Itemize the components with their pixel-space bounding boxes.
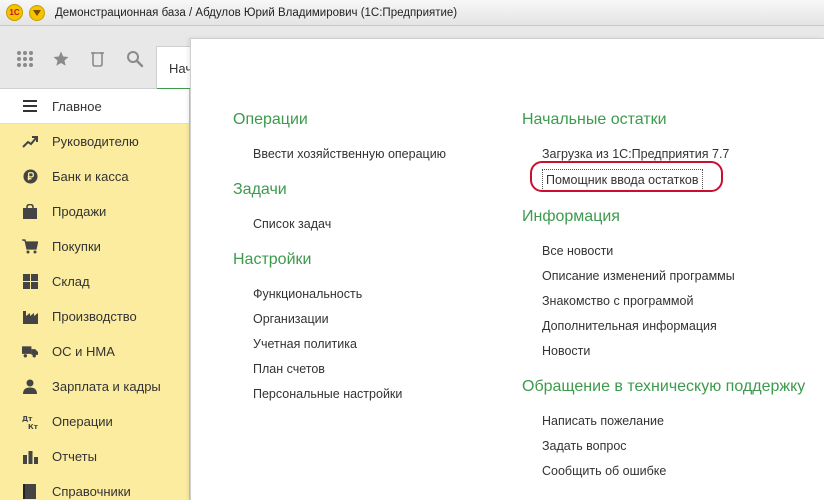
section-title: Начальные остатки: [522, 111, 667, 128]
link-organizations[interactable]: Организации: [233, 307, 503, 332]
sidebar-item-operations[interactable]: Дт Кт Операции: [0, 404, 189, 439]
sidebar-item-label: Зарплата и кадры: [52, 379, 161, 394]
left-column: Операции Ввести хозяйственную операцию З…: [233, 110, 503, 420]
link-personal-settings[interactable]: Персональные настройки: [233, 382, 503, 407]
section-settings: Настройки Функциональность Организации У…: [233, 250, 503, 407]
shopping-cart-icon: [22, 239, 38, 255]
link-report-error[interactable]: Сообщить об ошибке: [522, 459, 822, 484]
section-tech-support: Обращение в техническую поддержку Написа…: [522, 377, 822, 484]
link-enter-business-operation[interactable]: Ввести хозяйственную операцию: [233, 142, 503, 167]
sidebar-item-label: ОС и НМА: [52, 344, 115, 359]
sections-sidebar: Главное Руководителю Банк и касса Продаж…: [0, 89, 190, 500]
sidebar-item-label: Склад: [52, 274, 90, 289]
star-icon[interactable]: [50, 48, 72, 70]
sidebar-item-label: Руководителю: [52, 134, 139, 149]
book-icon: [22, 484, 38, 500]
sidebar-item-warehouse[interactable]: Склад: [0, 264, 189, 299]
chevron-down-icon: [33, 9, 41, 16]
svg-text:Кт: Кт: [28, 423, 38, 430]
sidebar-item-purchases[interactable]: Покупки: [0, 229, 189, 264]
apps-grid-icon[interactable]: [14, 48, 36, 70]
svg-text:Дт: Дт: [22, 415, 33, 423]
link-ask-question[interactable]: Задать вопрос: [522, 434, 822, 459]
app-logo-icon[interactable]: 1С: [6, 4, 23, 21]
title-bar: 1С Демонстрационная база / Абдулов Юрий …: [0, 0, 824, 26]
link-accounting-policy[interactable]: Учетная политика: [233, 332, 503, 357]
sidebar-item-label: Производство: [52, 309, 137, 324]
sidebar-item-label: Отчеты: [52, 449, 97, 464]
app-logo-text: 1С: [9, 8, 20, 17]
sidebar-item-label: Справочники: [52, 484, 131, 499]
section-operations: Операции Ввести хозяйственную операцию: [233, 110, 503, 167]
sidebar-item-catalogs[interactable]: Справочники: [0, 474, 189, 500]
link-chart-of-accounts[interactable]: План счетов: [233, 357, 503, 382]
section-tasks: Задачи Список задач: [233, 180, 503, 237]
truck-icon: [22, 344, 38, 360]
section-title: Операции: [233, 111, 308, 128]
sidebar-item-label: Банк и касса: [52, 169, 129, 184]
debit-credit-icon: Дт Кт: [22, 414, 38, 430]
search-icon[interactable]: [124, 48, 146, 70]
link-task-list[interactable]: Список задач: [233, 212, 503, 237]
sidebar-item-fixed-assets[interactable]: ОС и НМА: [0, 334, 189, 369]
section-information: Информация Все новости Описание изменени…: [522, 207, 822, 364]
shopping-bag-icon: [22, 204, 38, 220]
warehouse-grid-icon: [22, 274, 38, 290]
section-title: Информация: [522, 208, 620, 225]
sidebar-item-production[interactable]: Производство: [0, 299, 189, 334]
sidebar-item-label: Продажи: [52, 204, 107, 219]
sidebar-item-label: Главное: [52, 98, 102, 114]
factory-icon: [22, 309, 38, 325]
link-program-changes[interactable]: Описание изменений программы: [522, 264, 822, 289]
window-title: Демонстрационная база / Абдулов Юрий Вла…: [55, 6, 458, 19]
person-icon: [22, 379, 38, 395]
link-import-from-77[interactable]: Загрузка из 1С:Предприятия 7.7: [522, 142, 822, 167]
sidebar-item-reports[interactable]: Отчеты: [0, 439, 189, 474]
right-column: Начальные остатки Загрузка из 1С:Предпри…: [522, 110, 822, 497]
main-menu-button[interactable]: [29, 4, 45, 21]
section-title: Обращение в техническую поддержку: [522, 378, 806, 395]
menu-lines-icon: [22, 98, 38, 114]
trend-up-icon: [22, 134, 38, 150]
ruble-coin-icon: [22, 169, 38, 185]
link-news[interactable]: Новости: [522, 339, 822, 364]
link-write-wish[interactable]: Написать пожелание: [522, 409, 822, 434]
main-panel: Операции Ввести хозяйственную операцию З…: [190, 38, 824, 500]
sidebar-item-bank[interactable]: Банк и касса: [0, 159, 189, 194]
sidebar-item-label: Операции: [52, 414, 113, 429]
sidebar-item-main[interactable]: Главное: [0, 89, 189, 124]
link-functionality[interactable]: Функциональность: [233, 282, 503, 307]
sidebar-item-manager[interactable]: Руководителю: [0, 124, 189, 159]
section-opening-balances: Начальные остатки Загрузка из 1С:Предпри…: [522, 110, 822, 194]
section-title: Настройки: [233, 251, 312, 268]
sidebar-item-sales[interactable]: Продажи: [0, 194, 189, 229]
sidebar-item-salary[interactable]: Зарплата и кадры: [0, 369, 189, 404]
section-title: Задачи: [233, 181, 287, 198]
link-additional-info[interactable]: Дополнительная информация: [522, 314, 822, 339]
bar-chart-icon: [22, 449, 38, 465]
sidebar-item-label: Покупки: [52, 239, 101, 254]
link-all-news[interactable]: Все новости: [522, 239, 822, 264]
link-program-intro[interactable]: Знакомство с программой: [522, 289, 822, 314]
history-icon[interactable]: [87, 48, 109, 70]
link-opening-balance-assistant[interactable]: Помощник ввода остатков: [542, 169, 703, 191]
